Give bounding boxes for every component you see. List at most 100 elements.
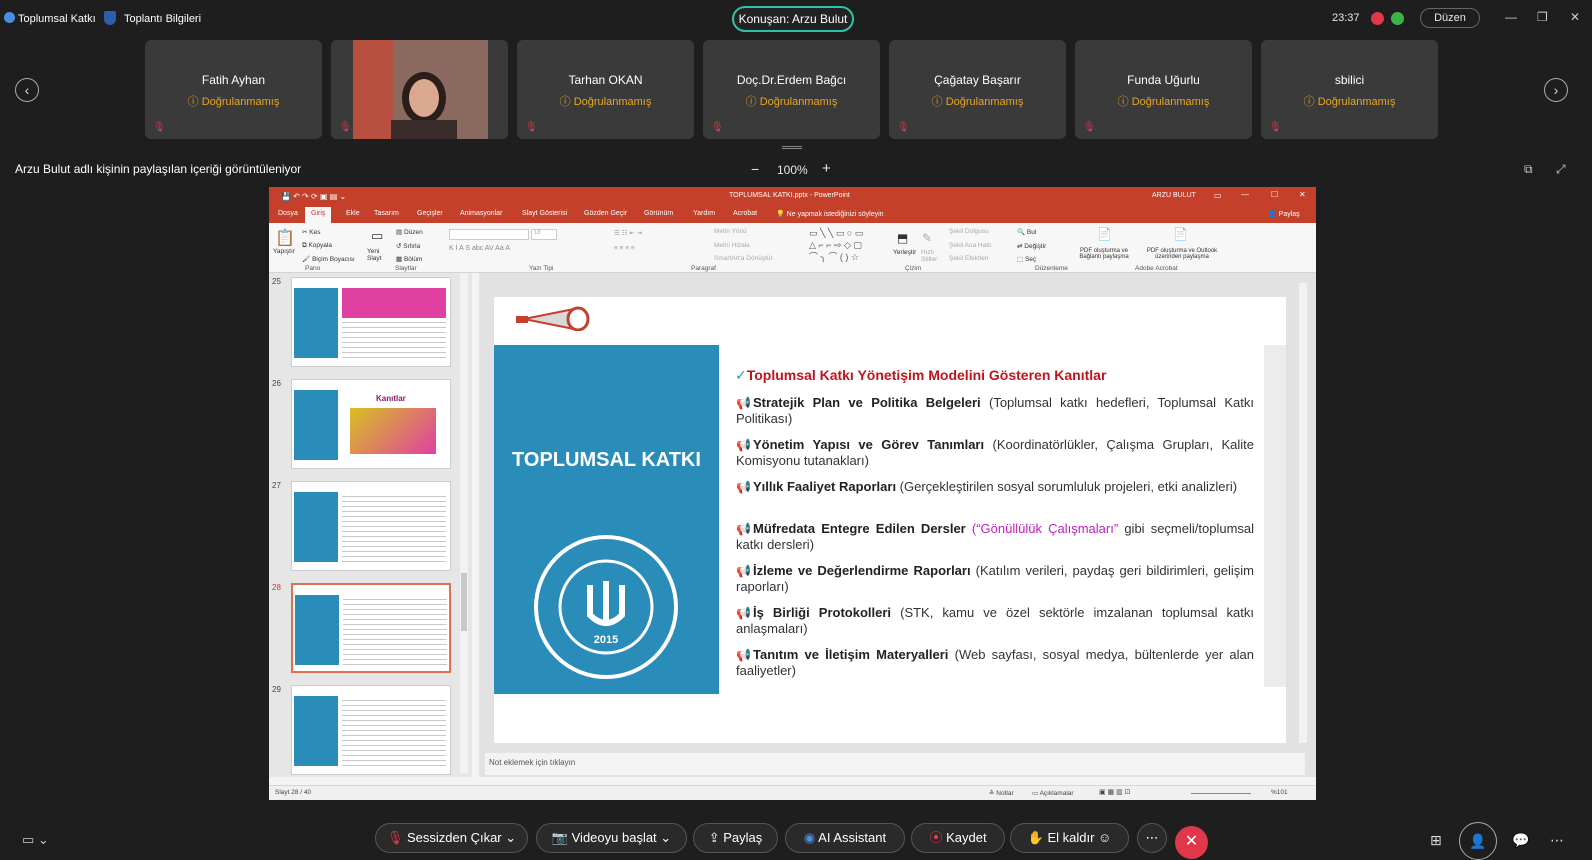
shapes-gallery[interactable]: ▭ ╲ ╲ ▭ ○ ▭ △ ⌐ ⌐ ⇨ ◇ ▢ ⌒ ╮ ⌒ ( ) ☆: [809, 227, 891, 263]
view-buttons[interactable]: ▣ ▦ ▥ ⊡: [1099, 788, 1131, 796]
prev-participants-icon[interactable]: ‹: [15, 78, 39, 102]
meeting-info-button[interactable]: Toplantı Bilgileri: [124, 13, 201, 25]
leave-meeting-button[interactable]: ✕: [1175, 826, 1208, 859]
apps-icon[interactable]: ⊞: [1430, 832, 1442, 849]
paste-button[interactable]: Yapıştır: [273, 248, 295, 255]
pdf-outlook-share-button[interactable]: PDF oluşturma ve Outlook üzerinden payla…: [1139, 248, 1225, 260]
quick-styles-button[interactable]: Hızlı Stiller: [921, 249, 945, 263]
replace-button[interactable]: ⇄ Değiştir: [1017, 242, 1046, 250]
layout-dropdown[interactable]: ▤ Düzen: [396, 228, 423, 236]
participants-icon[interactable]: 👤: [1459, 822, 1497, 860]
slide-thumbnail[interactable]: [291, 685, 451, 775]
fullscreen-icon[interactable]: ⤢: [1556, 162, 1566, 177]
megaphone-bullet-icon: 📢: [736, 564, 751, 578]
tab-dosya[interactable]: Dosya: [278, 210, 298, 217]
close-icon[interactable]: ✕: [1570, 10, 1580, 24]
tab-acrobat[interactable]: Acrobat: [733, 210, 757, 217]
zoom-out-button[interactable]: −: [751, 161, 759, 177]
section-dropdown[interactable]: ▦ Bölüm: [396, 255, 422, 263]
slide-thumbnail[interactable]: [291, 481, 451, 571]
pdf-share-icon[interactable]: 📄: [1097, 227, 1112, 241]
share-button[interactable]: ⇪ Paylaş: [693, 823, 778, 853]
comments-toggle[interactable]: ▭ Açıklamalar: [1032, 789, 1074, 797]
participant-tile[interactable]: Doç.Dr.Erdem Bağcı ⓘ Doğrulanmamış 🎙: [703, 40, 880, 139]
notes-pane[interactable]: Not eklemek için tıklayın: [485, 753, 1305, 775]
participant-tile[interactable]: sbilici ⓘ Doğrulanmamış 🎙: [1261, 40, 1438, 139]
quick-access-toolbar[interactable]: 💾 ↶ ↷ ⟳ ▣ ▤ ⌄: [281, 192, 346, 201]
thumbnail-scrollbar[interactable]: [460, 273, 468, 773]
font-format-buttons[interactable]: K İ A S abc AV Aa A: [449, 245, 510, 252]
restore-icon[interactable]: ❐: [1537, 10, 1548, 24]
zoom-slider[interactable]: [1191, 793, 1251, 794]
more-icon[interactable]: ⋯: [1550, 832, 1564, 849]
font-size-select[interactable]: 18: [531, 229, 557, 240]
slide-scrollbar[interactable]: [1299, 283, 1307, 743]
participant-tile[interactable]: Tarhan OKAN ⓘ Doğrulanmamış 🎙: [517, 40, 694, 139]
tab-giris[interactable]: Giriş: [305, 207, 332, 223]
slide-thumbnail-selected[interactable]: [291, 583, 451, 673]
shape-effects-button[interactable]: Şekil Efektleri: [949, 255, 988, 262]
shape-fill-button[interactable]: Şekil Dolgusu: [949, 228, 989, 235]
tell-me-box[interactable]: 💡 Ne yapmak istediğinizi söyleyin: [776, 210, 884, 218]
pdf-link-share-button[interactable]: PDF oluşturma ve Bağlantı paylaşma: [1071, 248, 1137, 260]
shape-outline-button[interactable]: Şekil Ana Hattı: [949, 242, 992, 249]
text-direction-button[interactable]: Metin Yönü: [714, 228, 747, 235]
tab-yardim[interactable]: Yardım: [693, 210, 715, 217]
notes-toggle[interactable]: ≙ Notlar: [989, 789, 1014, 797]
tab-gorunum[interactable]: Görünüm: [644, 210, 673, 217]
more-options-button[interactable]: ⋯: [1137, 823, 1167, 853]
ppt-share-button[interactable]: 👤 Paylaş: [1268, 210, 1300, 218]
font-family-select[interactable]: [449, 229, 529, 240]
find-button[interactable]: 🔍 Bul: [1017, 228, 1036, 236]
align-buttons[interactable]: ≡ ≡ ≡ ≡: [614, 245, 635, 252]
reset-button[interactable]: ↺ Sıfırla: [396, 242, 420, 250]
participant-video-tile[interactable]: 🎙: [331, 40, 508, 139]
muted-mic-icon: 🎙: [386, 830, 404, 845]
tab-gecisler[interactable]: Geçişler: [417, 210, 443, 217]
minimize-icon[interactable]: —: [1505, 10, 1517, 24]
next-participants-icon[interactable]: ›: [1544, 78, 1568, 102]
muted-mic-icon: 🎙: [525, 122, 538, 133]
ppt-close-icon[interactable]: ✕: [1299, 190, 1306, 199]
zoom-in-button[interactable]: +: [822, 160, 831, 177]
ai-assistant-button[interactable]: ◉ AI Assistant: [785, 823, 905, 853]
ribbon-display-icon[interactable]: ▭: [1214, 191, 1222, 200]
paste-icon[interactable]: 📋: [275, 228, 295, 248]
format-painter-button[interactable]: 🖌 Biçim Boyacısı: [302, 255, 355, 263]
slide-thumbnail[interactable]: [291, 277, 451, 367]
captions-icon[interactable]: ▭ ⌄: [22, 832, 49, 848]
new-slide-button[interactable]: Yeni Slayt: [367, 248, 393, 262]
select-button[interactable]: ⬚ Seç: [1017, 255, 1036, 263]
smartart-button[interactable]: SmartArt'a Dönüştür: [714, 255, 773, 262]
resize-handle[interactable]: [782, 146, 802, 149]
unmute-button[interactable]: 🎙 Sessizden Çıkar ⌄: [375, 823, 528, 853]
list-buttons[interactable]: ☰ ☷ ⇤ ⇥: [614, 229, 642, 237]
ppt-restore-icon[interactable]: ☐: [1271, 190, 1278, 199]
layout-button[interactable]: Düzen: [1420, 8, 1480, 28]
align-text-button[interactable]: Metni Hizala: [714, 242, 750, 249]
record-button[interactable]: ⦿ Kaydet: [911, 823, 1005, 853]
cut-button[interactable]: ✂ Kes: [302, 228, 320, 236]
ppt-title: TOPLUMSAL KATKI.pptx - PowerPoint: [729, 192, 850, 199]
tab-tasarim[interactable]: Tasarım: [374, 210, 399, 217]
tab-animasyonlar[interactable]: Animasyonlar: [460, 210, 502, 217]
start-video-button[interactable]: 📷 Videoyu başlat ⌄: [536, 823, 687, 853]
participant-tile[interactable]: Fatih Ayhan ⓘ Doğrulanmamış 🎙: [145, 40, 322, 139]
participant-tile[interactable]: Funda Uğurlu ⓘ Doğrulanmamış 🎙: [1075, 40, 1252, 139]
pdf-outlook-icon[interactable]: 📄: [1173, 227, 1188, 241]
arrange-button[interactable]: Yerleştir: [893, 249, 916, 256]
new-slide-icon[interactable]: ▭: [371, 228, 383, 244]
slide-thumbnail[interactable]: Kanıtlar: [291, 379, 451, 469]
tab-ekle[interactable]: Ekle: [346, 210, 360, 217]
chat-icon[interactable]: 💬: [1512, 832, 1529, 849]
quick-styles-icon[interactable]: ✎: [922, 231, 932, 245]
slide-canvas[interactable]: TOPLUMSAL KATKI 2015 ✓Toplumsal Katkı Yö…: [494, 297, 1286, 743]
tab-gozden-gecir[interactable]: Gözden Geçir: [584, 210, 627, 217]
pop-out-icon[interactable]: ⧉: [1524, 162, 1533, 177]
tab-slayt-gosterisi[interactable]: Slayt Gösterisi: [522, 210, 567, 217]
copy-button[interactable]: ⧉ Kopyala: [302, 242, 332, 250]
ppt-minimize-icon[interactable]: —: [1241, 190, 1249, 199]
raise-hand-button[interactable]: ✋ El kaldır ☺: [1010, 823, 1129, 853]
arrange-icon[interactable]: ⬒: [897, 231, 908, 245]
participant-tile[interactable]: Çağatay Başarır ⓘ Doğrulanmamış 🎙: [889, 40, 1066, 139]
